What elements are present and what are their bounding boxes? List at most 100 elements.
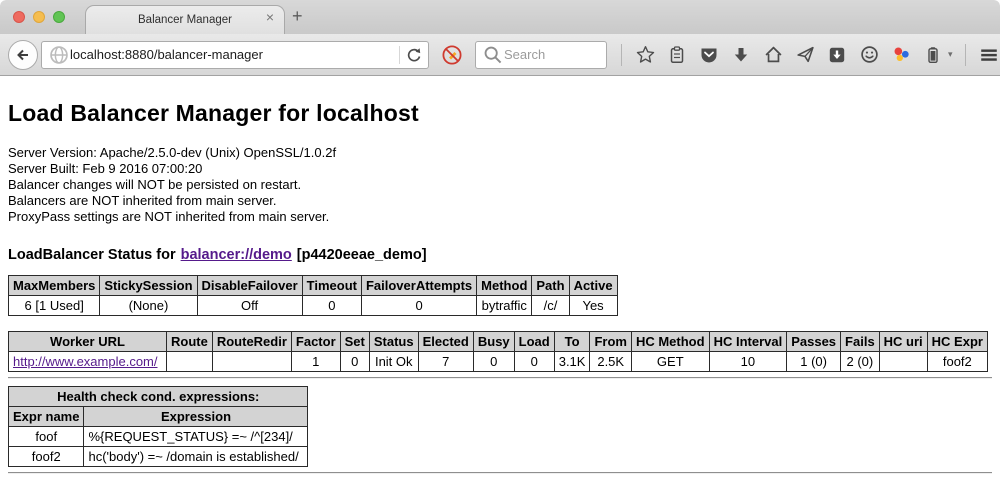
url-input[interactable] bbox=[70, 47, 393, 62]
col-failoverattempts: FailoverAttempts bbox=[361, 276, 476, 296]
page-content: Load Balancer Manager for localhost Serv… bbox=[0, 76, 1000, 491]
server-version-line: Server Version: Apache/2.5.0-dev (Unix) … bbox=[8, 145, 992, 161]
cell-busy: 0 bbox=[473, 352, 514, 372]
toolbar-divider bbox=[621, 44, 622, 66]
back-button[interactable] bbox=[8, 40, 38, 70]
cell-expr-name: foof bbox=[9, 427, 84, 447]
worker-url-link[interactable]: http://www.example.com/ bbox=[13, 354, 158, 369]
smiley-extension-icon[interactable] bbox=[858, 44, 880, 66]
cell-disablefailover: Off bbox=[197, 296, 302, 316]
cell-to: 3.1K bbox=[554, 352, 590, 372]
navigation-toolbar: ▾ bbox=[0, 34, 1000, 76]
tab-close-icon[interactable]: × bbox=[266, 10, 274, 24]
reading-list-clipboard-icon[interactable] bbox=[666, 44, 688, 66]
health-check-table: Health check cond. expressions: Expr nam… bbox=[8, 386, 308, 467]
search-bar[interactable] bbox=[475, 41, 607, 69]
toolbar-icons: ▾ bbox=[619, 44, 1000, 66]
cell-routeredir bbox=[212, 352, 291, 372]
col-status: Status bbox=[369, 332, 418, 352]
col-stickysession: StickySession bbox=[100, 276, 197, 296]
col-hc-interval: HC Interval bbox=[709, 332, 787, 352]
cell-maxmembers: 6 [1 Used] bbox=[9, 296, 100, 316]
col-factor: Factor bbox=[291, 332, 340, 352]
cell-route bbox=[167, 352, 213, 372]
balancer-status-heading: LoadBalancer Status for balancer://demo … bbox=[8, 247, 992, 263]
col-to: To bbox=[554, 332, 590, 352]
cell-factor: 1 bbox=[291, 352, 340, 372]
zoom-window-button[interactable] bbox=[53, 11, 65, 23]
send-tab-plane-icon[interactable] bbox=[794, 44, 816, 66]
table-header-row: Worker URL Route RouteRedir Factor Set S… bbox=[9, 332, 988, 352]
table-header-row: MaxMembers StickySession DisableFailover… bbox=[9, 276, 618, 296]
tab-title: Balancer Manager bbox=[138, 14, 232, 26]
table-row: http://www.example.com/ 1 0 Init Ok 7 0 … bbox=[9, 352, 988, 372]
pocket-icon[interactable] bbox=[698, 44, 720, 66]
proxypass-note-line: ProxyPass settings are NOT inherited fro… bbox=[8, 209, 992, 225]
url-bar[interactable] bbox=[41, 41, 429, 69]
cell-hc-expr: foof2 bbox=[927, 352, 987, 372]
inherit-note-line: Balancers are NOT inherited from main se… bbox=[8, 193, 992, 209]
col-disablefailover: DisableFailover bbox=[197, 276, 302, 296]
server-info: Server Version: Apache/2.5.0-dev (Unix) … bbox=[8, 145, 992, 225]
cell-hc-uri bbox=[879, 352, 927, 372]
reload-icon[interactable] bbox=[406, 47, 422, 63]
cell-hc-interval: 10 bbox=[709, 352, 787, 372]
toolbar-divider bbox=[965, 44, 966, 66]
cell-method: bytraffic bbox=[477, 296, 532, 316]
cell-expr-name: foof2 bbox=[9, 447, 84, 467]
menu-hamburger-icon[interactable] bbox=[978, 44, 1000, 66]
battery-extension-icon[interactable] bbox=[922, 44, 944, 66]
health-table-title: Health check cond. expressions: bbox=[9, 387, 308, 407]
site-identity-globe-icon[interactable] bbox=[48, 44, 70, 66]
color-dots-extension-icon[interactable] bbox=[890, 44, 912, 66]
home-icon[interactable] bbox=[762, 44, 784, 66]
cell-expression: %{REQUEST_STATUS} =~ /^[234]/ bbox=[84, 427, 308, 447]
col-maxmembers: MaxMembers bbox=[9, 276, 100, 296]
balancer-demo-link[interactable]: balancer://demo bbox=[181, 247, 292, 263]
cell-stickysession: (None) bbox=[100, 296, 197, 316]
cell-path: /c/ bbox=[532, 296, 569, 316]
cell-failoverattempts: 0 bbox=[361, 296, 476, 316]
cell-active: Yes bbox=[569, 296, 617, 316]
cell-fails: 2 (0) bbox=[841, 352, 880, 372]
table-title-row: Health check cond. expressions: bbox=[9, 387, 308, 407]
cell-elected: 7 bbox=[418, 352, 473, 372]
col-set: Set bbox=[340, 332, 369, 352]
chevron-down-icon[interactable]: ▾ bbox=[948, 49, 953, 60]
col-fails: Fails bbox=[841, 332, 880, 352]
cell-passes: 1 (0) bbox=[787, 352, 841, 372]
minimize-window-button[interactable] bbox=[33, 11, 45, 23]
col-from: From bbox=[590, 332, 632, 352]
col-worker-url: Worker URL bbox=[9, 332, 167, 352]
worker-table: Worker URL Route RouteRedir Factor Set S… bbox=[8, 331, 988, 372]
downloads-icon[interactable] bbox=[730, 44, 752, 66]
balancer-summary-table: MaxMembers StickySession DisableFailover… bbox=[8, 275, 618, 316]
col-routeredir: RouteRedir bbox=[212, 332, 291, 352]
col-active: Active bbox=[569, 276, 617, 296]
col-load: Load bbox=[514, 332, 554, 352]
separator bbox=[8, 377, 992, 379]
search-input[interactable] bbox=[504, 47, 594, 62]
cell-set: 0 bbox=[340, 352, 369, 372]
new-tab-button[interactable]: + bbox=[292, 6, 303, 27]
col-route: Route bbox=[167, 332, 213, 352]
close-window-button[interactable] bbox=[13, 11, 25, 23]
bookmark-star-icon[interactable] bbox=[634, 44, 656, 66]
col-expr-name: Expr name bbox=[9, 407, 84, 427]
cell-hc-method: GET bbox=[631, 352, 709, 372]
cell-worker-url: http://www.example.com/ bbox=[9, 352, 167, 372]
cell-load: 0 bbox=[514, 352, 554, 372]
col-expression: Expression bbox=[84, 407, 308, 427]
persist-note-line: Balancer changes will NOT be persisted o… bbox=[8, 177, 992, 193]
urlbar-divider bbox=[399, 46, 400, 64]
col-elected: Elected bbox=[418, 332, 473, 352]
flashblock-icon[interactable] bbox=[441, 44, 463, 66]
table-row: foof %{REQUEST_STATUS} =~ /^[234]/ bbox=[9, 427, 308, 447]
tab-bar: Balancer Manager × + bbox=[0, 0, 1000, 34]
tab-balancer-manager[interactable]: Balancer Manager × bbox=[85, 5, 285, 34]
table-header-row: Expr name Expression bbox=[9, 407, 308, 427]
cell-from: 2.5K bbox=[590, 352, 632, 372]
back-arrow-icon bbox=[15, 47, 31, 63]
extension-download-icon[interactable] bbox=[826, 44, 848, 66]
table-row: 6 [1 Used] (None) Off 0 0 bytraffic /c/ … bbox=[9, 296, 618, 316]
